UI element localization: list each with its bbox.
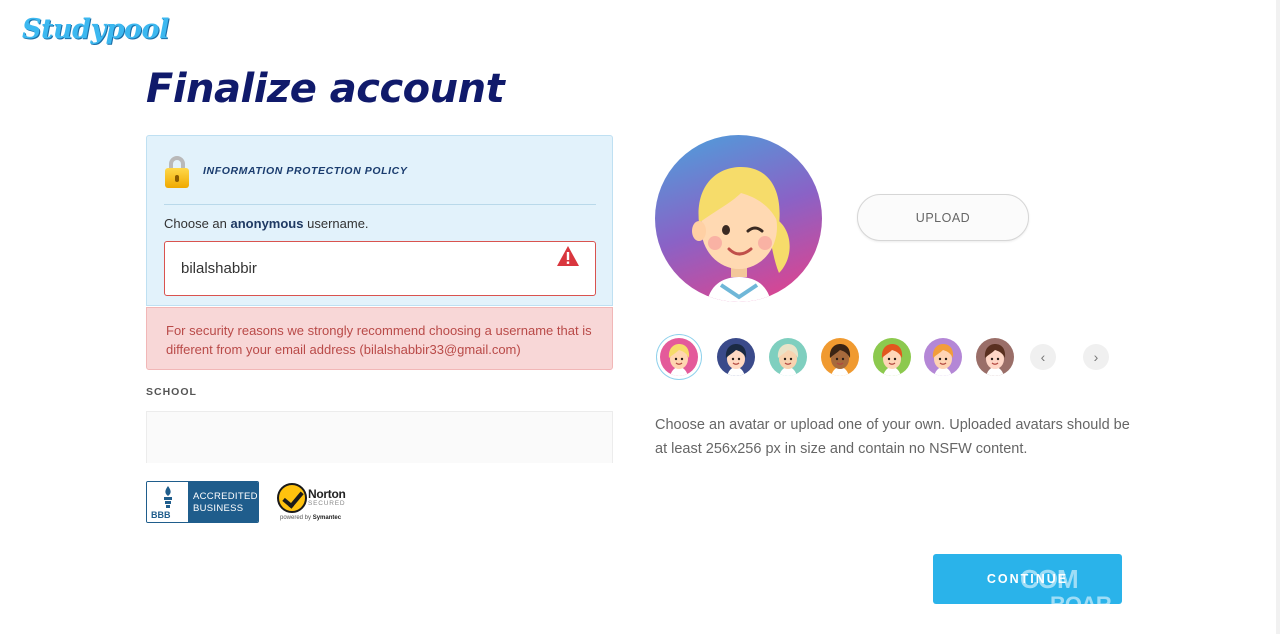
avatar-option-glasses-redhead[interactable] [873,338,911,376]
page-scrollbar[interactable] [1276,0,1280,634]
instruction-emphasis: anonymous [230,216,304,231]
avatar-face-icon [984,344,1006,376]
avatar-face-icon [829,344,851,376]
school-label: SCHOOL [146,386,197,398]
prev-avatars-button[interactable]: ‹ [1030,344,1056,370]
avatar-face-icon [668,344,690,376]
blonde-girl-avatar-icon [692,167,790,302]
avatar-option-blue-hair[interactable] [717,338,755,376]
bbb-torch-icon [164,486,172,508]
chevron-right-icon: › [1093,349,1099,365]
username-error-message: For security reasons we strongly recomme… [146,307,613,370]
norton-check-icon [277,483,307,513]
bbb-accredited-badge[interactable]: BBB ACCREDITED BUSINESS [146,481,259,523]
username-input[interactable] [165,242,595,295]
avatar-face-icon [725,344,747,376]
avatar-face-icon [881,344,903,376]
bbb-line-2: BUSINESS [193,503,244,514]
avatar-option-orange-girl[interactable] [924,338,962,376]
avatar-option-blonde-girl[interactable] [660,338,698,376]
next-avatars-button[interactable]: › [1083,344,1109,370]
bbb-line-1: ACCREDITED [193,491,258,502]
instruction-prefix: Choose an [164,216,227,231]
instruction-suffix: username. [307,216,369,231]
upload-avatar-button[interactable]: UPLOAD [857,194,1029,241]
school-input[interactable] [146,411,613,468]
continue-button[interactable]: CONTINUE [933,554,1122,604]
avatar-face-icon [932,344,954,376]
policy-divider [164,204,596,205]
page-title: Finalize account [146,66,505,112]
avatar-option-brunette-girl[interactable] [976,338,1014,376]
bbb-seal-text: BBB [151,510,171,520]
studypool-logo[interactable]: Studypool [22,14,169,45]
norton-secured-badge[interactable]: Norton SECURED powered by Symantec [277,481,357,525]
policy-title: INFORMATION PROTECTION POLICY [203,165,408,177]
avatar-option-curly-girl[interactable] [821,338,859,376]
warning-icon [557,246,579,266]
norton-name: Norton [308,487,346,501]
lock-icon [165,156,189,189]
norton-secured-text: SECURED [308,500,346,507]
chevron-left-icon: ‹ [1040,349,1046,365]
avatar-face-icon [777,344,799,376]
information-protection-panel: INFORMATION PROTECTION POLICY Choose an … [146,135,613,306]
norton-powered-by: powered by Symantec [280,515,342,521]
username-field [164,241,596,296]
avatar-upload-note: Choose an avatar or upload one of your o… [655,417,1130,457]
username-instruction: Choose an anonymous username. [164,216,369,231]
selected-avatar-preview [655,135,822,302]
avatar-option-cap-boy[interactable] [769,338,807,376]
